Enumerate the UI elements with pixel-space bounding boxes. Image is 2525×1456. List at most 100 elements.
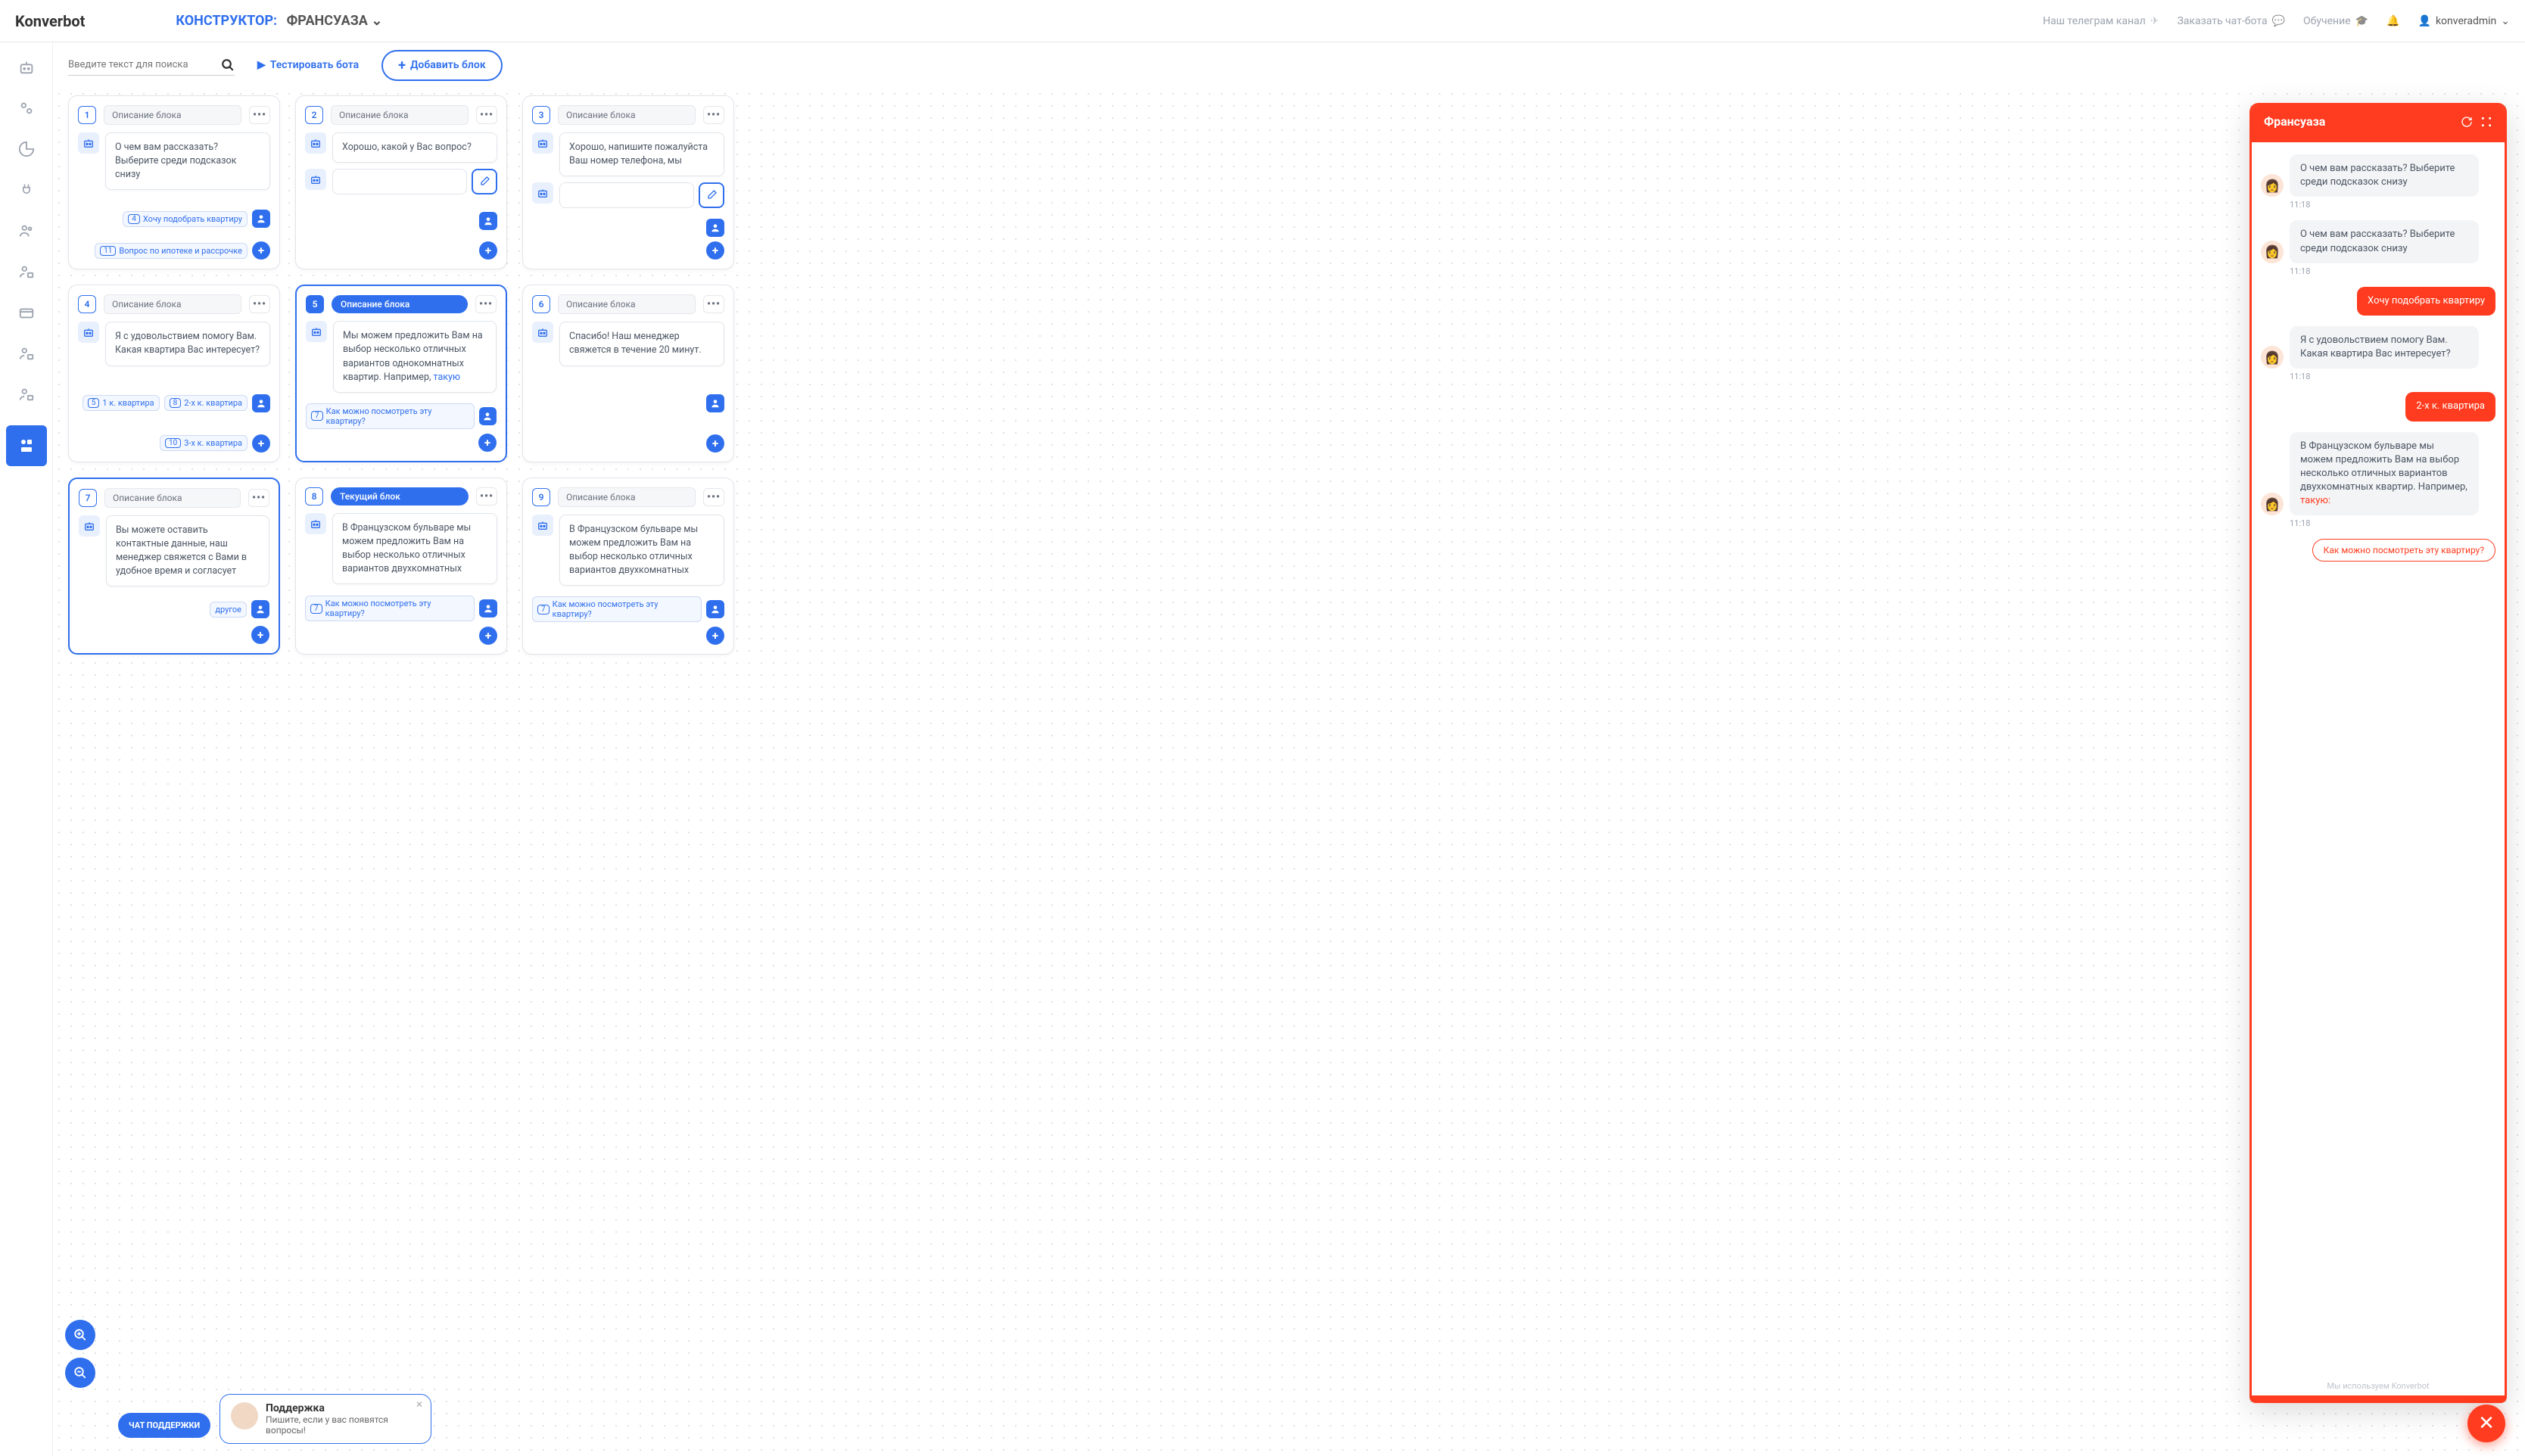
block-4[interactable]: 4Описание блока•••Я с удовольствием помо… — [68, 285, 280, 462]
person-icon — [706, 600, 724, 618]
block-description[interactable]: Текущий блок — [331, 487, 469, 506]
block-description[interactable]: Описание блока — [331, 105, 469, 125]
reply-chip[interactable]: 82-х к. квартира — [164, 395, 248, 411]
nav-learn[interactable]: Обучение🎓 — [2303, 15, 2368, 27]
block-message[interactable]: В Французском бульваре мы можем предложи… — [332, 513, 497, 585]
add-reply-button[interactable]: + — [479, 241, 497, 260]
test-bot-button[interactable]: ▶Тестировать бота — [257, 59, 359, 71]
nav-order-bot[interactable]: Заказать чат-бота💬 — [2177, 15, 2285, 27]
sidebar-bot-icon[interactable] — [17, 58, 36, 77]
sidebar-builder-icon[interactable] — [6, 425, 47, 466]
support-close-icon[interactable]: ✕ — [416, 1399, 423, 1410]
reply-chip[interactable]: 4Хочу подобрать квартиру — [123, 211, 248, 227]
block-menu-button[interactable]: ••• — [475, 295, 497, 313]
sidebar-user-lock-icon[interactable] — [17, 262, 36, 282]
block-message[interactable]: Я с удовольствием помогу Вам. Какая квар… — [105, 322, 270, 366]
edit-button[interactable] — [699, 182, 724, 208]
reply-chip[interactable]: 11Вопрос по ипотеке и рассрочке — [95, 243, 248, 259]
bot-icon — [78, 132, 99, 154]
block-3[interactable]: 3 Описание блока ••• Хорошо, напишите пожал… — [522, 95, 734, 269]
block-2[interactable]: 2Описание блока•••Хорошо, какой у Вас во… — [295, 95, 507, 269]
preview-suggestion-chip[interactable]: Как можно посмотреть эту квартиру? — [2312, 539, 2495, 562]
add-reply-button[interactable]: + — [251, 626, 269, 644]
block-9[interactable]: 9Описание блока•••В Французском бульваре… — [522, 478, 734, 655]
block-message[interactable]: О чем вам рассказать? Выберите среди под… — [105, 132, 270, 190]
sidebar-chart-icon[interactable] — [17, 139, 36, 159]
block-7[interactable]: 7 Описание блока ••• Вы можете оставить кон… — [68, 478, 280, 655]
bot-icon — [532, 182, 553, 204]
block-menu-button[interactable]: ••• — [703, 295, 724, 313]
block-menu-button[interactable]: ••• — [248, 489, 269, 507]
block-description[interactable]: Описание блока — [104, 294, 241, 314]
breadcrumb[interactable]: КОНСТРУКТОР: ФРАНСУАЗА ⌄ — [176, 13, 382, 29]
user-menu[interactable]: 👤konveradmin⌄ — [2418, 15, 2511, 27]
search-button[interactable] — [221, 58, 235, 72]
block-menu-button[interactable]: ••• — [476, 487, 497, 506]
block-menu-button[interactable]: ••• — [476, 106, 497, 124]
edit-button[interactable] — [472, 169, 497, 194]
block-number: 3 — [532, 106, 550, 124]
block-6[interactable]: 6Описание блока•••Спасибо! Наш менеджер … — [522, 285, 734, 462]
sidebar-users-icon[interactable] — [17, 221, 36, 241]
block-description[interactable]: Описание блока — [558, 105, 696, 125]
block-5[interactable]: 5Описание блока•••Мы можем предложить Ва… — [295, 285, 507, 462]
add-reply-button[interactable]: + — [706, 434, 724, 453]
block-message[interactable]: Спасибо! Наш менеджер свяжется в течение… — [559, 322, 724, 366]
add-reply-button[interactable]: + — [479, 627, 497, 645]
reply-chip[interactable]: 7Как можно посмотреть эту квартиру? — [532, 596, 702, 622]
block-message[interactable]: Вы можете оставить контактные данные, на… — [106, 515, 269, 587]
refresh-icon[interactable] — [2461, 116, 2473, 128]
reply-chip[interactable]: 51 к. квартира — [83, 395, 160, 411]
zoom-out-button[interactable] — [65, 1358, 95, 1388]
reply-chip[interactable]: другое — [210, 602, 247, 618]
add-reply-button[interactable]: + — [252, 434, 270, 453]
bot-icon — [532, 515, 553, 536]
canvas[interactable]: 1Описание блока•••О чем вам рассказать? … — [53, 88, 2525, 1456]
add-block-button[interactable]: +Добавить блок — [381, 50, 502, 81]
add-reply-button[interactable]: + — [706, 627, 724, 645]
reply-chip[interactable]: 7Как можно посмотреть эту квартиру? — [305, 596, 475, 621]
nav-notifications[interactable]: 🔔 — [2386, 15, 2399, 27]
reply-chip[interactable]: 7Как можно посмотреть эту квартиру? — [306, 403, 475, 429]
add-reply-button[interactable]: + — [706, 241, 724, 260]
sidebar-card-icon[interactable] — [17, 303, 36, 322]
block-menu-button[interactable]: ••• — [703, 106, 724, 124]
reply-chip[interactable]: 103-х к. квартира — [160, 435, 248, 451]
sidebar-plugin-icon[interactable] — [17, 180, 36, 200]
person-icon — [479, 407, 497, 425]
close-preview-fab[interactable]: ✕ — [2467, 1405, 2505, 1442]
block-message[interactable]: В Французском бульваре мы можем предложи… — [559, 515, 724, 586]
logo: Konverbot — [15, 12, 85, 30]
add-reply-button[interactable]: + — [252, 241, 270, 260]
block-description[interactable]: Описание блока — [104, 488, 241, 508]
preview-bot-message: О чем вам рассказать? Выберите среди под… — [2290, 220, 2479, 263]
sidebar-user-lock2-icon[interactable] — [17, 344, 36, 363]
block-description[interactable]: Описание блока — [332, 295, 468, 313]
block-number: 7 — [79, 489, 97, 507]
bot-icon — [79, 515, 100, 537]
block-menu-button[interactable]: ••• — [249, 106, 270, 124]
block-message[interactable]: Хорошо, напишите пожалуйста Ваш номер те… — [559, 132, 724, 176]
block-input-field[interactable] — [559, 182, 694, 208]
support-avatar — [231, 1402, 258, 1430]
expand-icon[interactable] — [2480, 116, 2492, 128]
block-8[interactable]: 8Текущий блок•••В Французском бульваре м… — [295, 478, 507, 655]
bell-icon: 🔔 — [2386, 15, 2399, 27]
search-input[interactable] — [68, 54, 213, 75]
block-description[interactable]: Описание блока — [104, 105, 241, 125]
sidebar-settings-icon[interactable] — [17, 98, 36, 118]
block-description[interactable]: Описание блока — [558, 294, 696, 314]
block-description[interactable]: Описание блока — [558, 487, 696, 507]
block-menu-button[interactable]: ••• — [703, 488, 724, 506]
block-1[interactable]: 1Описание блока•••О чем вам рассказать? … — [68, 95, 280, 269]
preview-bot-message: Я с удовольствием помогу Вам. Какая квар… — [2290, 326, 2479, 369]
zoom-in-button[interactable] — [65, 1320, 95, 1350]
block-input-field[interactable] — [332, 169, 467, 194]
support-chat-pill[interactable]: ЧАТ ПОДДЕРЖКИ — [118, 1413, 210, 1438]
nav-telegram[interactable]: Наш телеграм канал✈ — [2043, 15, 2159, 27]
block-message[interactable]: Мы можем предложить Вам на выбор несколь… — [333, 321, 497, 393]
sidebar-user-lock3-icon[interactable] — [17, 384, 36, 404]
add-reply-button[interactable]: + — [478, 434, 497, 452]
block-message[interactable]: Хорошо, какой у Вас вопрос? — [332, 132, 497, 163]
block-menu-button[interactable]: ••• — [249, 295, 270, 313]
